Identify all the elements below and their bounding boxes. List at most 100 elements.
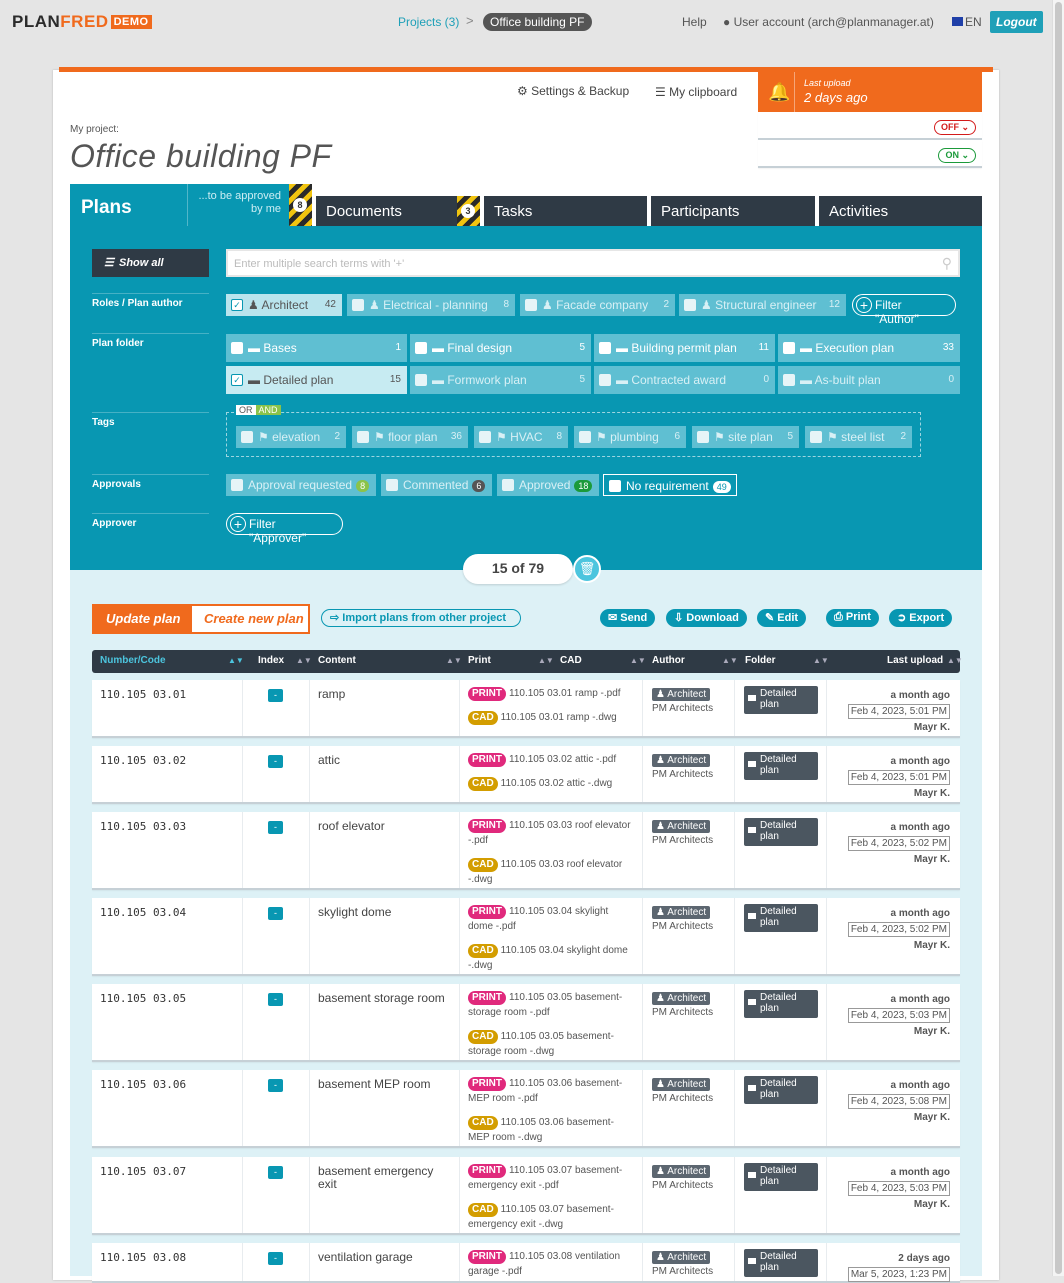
- folder-as-built[interactable]: ▬ As-built plan 0: [778, 366, 960, 394]
- col-header-author[interactable]: Author: [652, 655, 685, 666]
- tag-chip-floor-plan[interactable]: ⚑ floor plan 36: [352, 426, 468, 448]
- checkbox[interactable]: [783, 342, 795, 354]
- print-file-link[interactable]: PRINT 110.105 03.08 ventilation garage -.…: [468, 1249, 632, 1279]
- checkbox[interactable]: [810, 431, 822, 443]
- show-all-button[interactable]: ☰ Show all: [92, 249, 209, 277]
- approval-chip-approved[interactable]: Approved 18: [497, 474, 599, 496]
- index-badge[interactable]: -: [268, 1079, 283, 1092]
- edit-button[interactable]: ✎ Edit: [757, 609, 807, 627]
- index-badge[interactable]: -: [268, 755, 283, 768]
- tag-chip-elevation[interactable]: ⚑ elevation 2: [236, 426, 346, 448]
- checkbox[interactable]: [357, 431, 369, 443]
- folder-contracted-award[interactable]: ▬ Contracted award 0: [594, 366, 775, 394]
- col-header-print[interactable]: Print: [468, 655, 491, 666]
- folder-execution-plan[interactable]: ▬ Execution plan 33: [778, 334, 960, 362]
- cad-file-link[interactable]: CAD 110.105 03.05 basement-storage room -…: [468, 1029, 632, 1059]
- role-chip-architect[interactable]: ✓ ♟ Architect 42: [226, 294, 342, 316]
- cad-file-link[interactable]: CAD 110.105 03.01 ramp -.dwg: [468, 710, 632, 725]
- sort-icon[interactable]: ▲▼: [813, 656, 829, 665]
- update-plan-button[interactable]: Update plan: [92, 604, 190, 634]
- clipboard-button[interactable]: ☰ My clipboard: [655, 85, 737, 99]
- index-badge[interactable]: -: [268, 1166, 283, 1179]
- checkbox[interactable]: [479, 431, 491, 443]
- checkbox[interactable]: [502, 479, 514, 491]
- table-row[interactable]: 110.105 03.02- attic PRINT 110.105 03.02 at…: [92, 746, 960, 804]
- col-header-folder[interactable]: Folder: [745, 655, 776, 666]
- folder-building-permit[interactable]: ▬ Building permit plan 11: [594, 334, 775, 362]
- plan-code[interactable]: 110.105 03.02: [100, 754, 186, 767]
- upload-notifier-toggle[interactable]: OFF ⌄: [933, 120, 976, 135]
- col-header-code[interactable]: Number/Code: [100, 655, 166, 666]
- trash-icon[interactable]: 🗑: [573, 555, 601, 583]
- approval-chip-commented[interactable]: Commented 6: [381, 474, 492, 496]
- cad-file-link[interactable]: CAD 110.105 03.06 basement-MEP room -.dwg: [468, 1115, 632, 1145]
- create-new-plan-button[interactable]: Create new plan: [190, 604, 310, 634]
- week-report-toggle[interactable]: ON ⌄: [938, 148, 976, 163]
- print-file-link[interactable]: PRINT 110.105 03.07 basement-emergency ex…: [468, 1163, 632, 1193]
- checkbox[interactable]: [415, 342, 427, 354]
- sort-icon[interactable]: ▲▼: [296, 656, 312, 665]
- page-scrollbar[interactable]: [1052, 0, 1064, 1276]
- language-selector[interactable]: EN: [952, 15, 982, 29]
- sort-icon[interactable]: ▲▼: [947, 656, 963, 665]
- index-badge[interactable]: -: [268, 907, 283, 920]
- or-and-toggle[interactable]: OR AND: [236, 405, 281, 415]
- tab-documents[interactable]: Documents 3: [316, 196, 480, 226]
- table-row[interactable]: 110.105 03.07 - basement emergency exit PRI…: [92, 1157, 960, 1235]
- index-badge[interactable]: -: [268, 1252, 283, 1265]
- help-link[interactable]: Help: [682, 15, 707, 29]
- col-header-index[interactable]: Index: [258, 655, 284, 666]
- role-chip-facade[interactable]: ♟ Facade company 2: [520, 294, 675, 316]
- checkbox[interactable]: [386, 479, 398, 491]
- sort-icon[interactable]: ▲▼: [630, 656, 646, 665]
- tag-chip-site-plan[interactable]: ⚑ site plan 5: [692, 426, 799, 448]
- table-row[interactable]: 110.105 03.01- ramp PRINT 110.105 03.01 ram…: [92, 680, 960, 738]
- col-header-content[interactable]: Content: [318, 655, 356, 666]
- checkbox[interactable]: [579, 431, 591, 443]
- checkbox[interactable]: [783, 374, 795, 386]
- scrollbar-thumb[interactable]: [1055, 2, 1062, 1274]
- role-chip-structural[interactable]: ♟ Structural engineer 12: [679, 294, 846, 316]
- to-be-approved-tab[interactable]: ...to be approved by me: [187, 184, 289, 226]
- folder-final-design[interactable]: ▬ Final design 5: [410, 334, 591, 362]
- breadcrumb-projects[interactable]: Projects (3): [398, 15, 459, 29]
- cad-file-link[interactable]: CAD 110.105 03.07 basement-emergency exit…: [468, 1202, 632, 1232]
- folder-bases[interactable]: ▬ Bases 1: [226, 334, 407, 362]
- plan-code[interactable]: 110.105 03.05: [100, 992, 186, 1005]
- col-header-last-upload[interactable]: Last upload: [887, 655, 943, 666]
- role-chip-electrical[interactable]: ♟ Electrical - planning 8: [347, 294, 515, 316]
- index-badge[interactable]: -: [268, 689, 283, 702]
- table-row[interactable]: 110.105 03.08 - ventilation garage PRINT 110…: [92, 1243, 960, 1283]
- index-badge[interactable]: -: [268, 821, 283, 834]
- print-file-link[interactable]: PRINT 110.105 03.05 basement-storage room…: [468, 990, 632, 1020]
- tab-tasks[interactable]: Tasks: [484, 196, 647, 226]
- table-row[interactable]: 110.105 03.04 - skylight dome PRINT 110.105 …: [92, 898, 960, 976]
- checkbox[interactable]: [525, 299, 537, 311]
- bell-icon[interactable]: 🔔: [768, 82, 790, 103]
- checkbox[interactable]: [415, 374, 427, 386]
- print-file-link[interactable]: PRINT 110.105 03.02 attic -.pdf: [468, 752, 632, 767]
- settings-backup-button[interactable]: ⚙ Settings & Backup: [517, 84, 629, 98]
- table-row[interactable]: 110.105 03.05 - basement storage room PRINT…: [92, 984, 960, 1062]
- filter-author-button[interactable]: + Filter "Author": [852, 294, 956, 326]
- checkbox[interactable]: ✓: [231, 299, 243, 311]
- export-button[interactable]: ➲ Export: [889, 609, 953, 627]
- print-file-link[interactable]: PRINT 110.105 03.03 roof elevator -.pdf: [468, 818, 632, 848]
- checkbox[interactable]: [231, 342, 243, 354]
- checkbox[interactable]: ✓: [231, 374, 243, 386]
- import-plans-button[interactable]: ⇨ Import plans from other project: [321, 609, 521, 627]
- sort-icon[interactable]: ▲▼: [538, 656, 554, 665]
- checkbox[interactable]: [599, 342, 611, 354]
- folder-formwork-plan[interactable]: ▬ Formwork plan 5: [410, 366, 591, 394]
- folder-detailed-plan[interactable]: ✓ ▬ Detailed plan 15: [226, 366, 407, 394]
- sort-icon[interactable]: ▲▼: [722, 656, 738, 665]
- print-file-link[interactable]: PRINT 110.105 03.06 basement-MEP room -.p…: [468, 1076, 632, 1106]
- table-row[interactable]: 110.105 03.06 - basement MEP room PRINT 110.…: [92, 1070, 960, 1148]
- approval-chip-no-requirement[interactable]: No requirement 49: [603, 474, 737, 496]
- plan-code[interactable]: 110.105 03.08: [100, 1251, 186, 1264]
- user-account-link[interactable]: ● User account (arch@planmanager.at): [723, 15, 934, 29]
- search-input[interactable]: Enter multiple search terms with '+' ⚲: [226, 249, 960, 277]
- checkbox[interactable]: [684, 299, 696, 311]
- plan-code[interactable]: 110.105 03.04: [100, 906, 186, 919]
- cad-file-link[interactable]: CAD 110.105 03.03 roof elevator -.dwg: [468, 857, 632, 887]
